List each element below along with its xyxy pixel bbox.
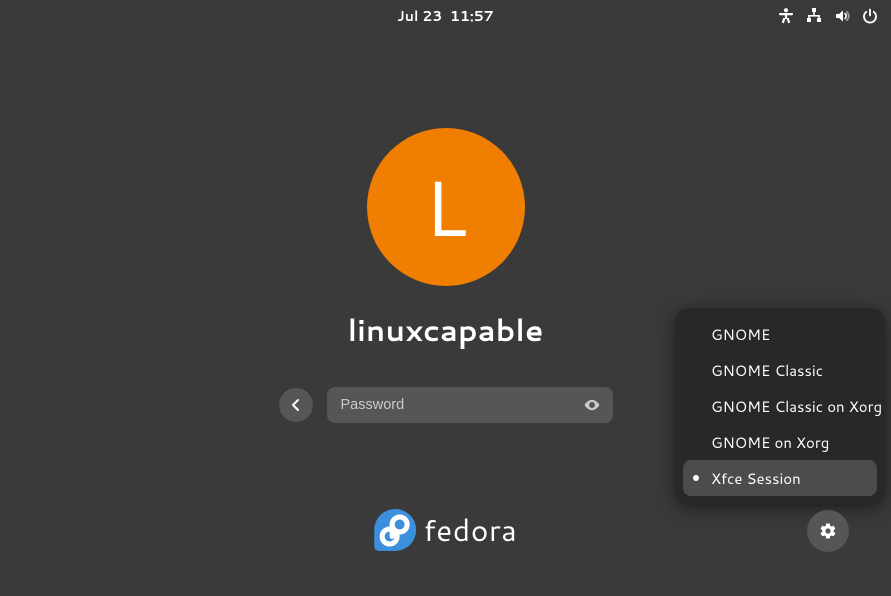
back-button[interactable] (279, 388, 313, 422)
reveal-password-button[interactable] (581, 394, 603, 416)
volume-icon[interactable] (833, 7, 851, 25)
session-option[interactable]: GNOME Classic on Xorg (683, 388, 877, 424)
session-menu: GNOMEGNOME ClassicGNOME Classic on XorgG… (675, 308, 885, 504)
time-label: 11:57 (450, 6, 494, 26)
session-option[interactable]: Xfce Session (683, 460, 877, 496)
session-option-label: GNOME Classic on Xorg (711, 396, 882, 417)
chevron-left-icon (290, 398, 302, 412)
top-bar: Jul 23 11:57 (0, 0, 891, 32)
session-settings-button[interactable] (807, 510, 849, 552)
gear-icon (819, 522, 837, 540)
clock[interactable]: Jul 23 11:57 (397, 6, 494, 26)
session-option[interactable]: GNOME Classic (683, 352, 877, 388)
session-option[interactable]: GNOME on Xorg (683, 424, 877, 460)
login-panel: L linuxcapable (279, 128, 613, 423)
date-label: Jul 23 (397, 6, 442, 26)
password-input[interactable] (339, 396, 581, 414)
password-row (279, 387, 613, 423)
distro-wordmark: fedora (424, 508, 518, 551)
power-icon[interactable] (861, 7, 879, 25)
system-tray (777, 0, 879, 32)
password-field-wrap (327, 387, 613, 423)
fedora-logo-icon (374, 509, 416, 551)
session-option-label: Xfce Session (711, 468, 801, 489)
avatar-initial: L (424, 152, 467, 262)
user-name-label: linuxcapable (348, 308, 544, 351)
eye-icon (583, 396, 601, 414)
network-icon[interactable] (805, 7, 823, 25)
accessibility-icon[interactable] (777, 7, 795, 25)
user-avatar: L (367, 128, 525, 286)
session-option-label: GNOME on Xorg (711, 432, 829, 453)
selected-indicator-icon (693, 475, 699, 481)
session-option[interactable]: GNOME (683, 316, 877, 352)
distro-logo: fedora (374, 508, 518, 551)
session-option-label: GNOME Classic (711, 360, 823, 381)
session-option-label: GNOME (711, 324, 770, 345)
